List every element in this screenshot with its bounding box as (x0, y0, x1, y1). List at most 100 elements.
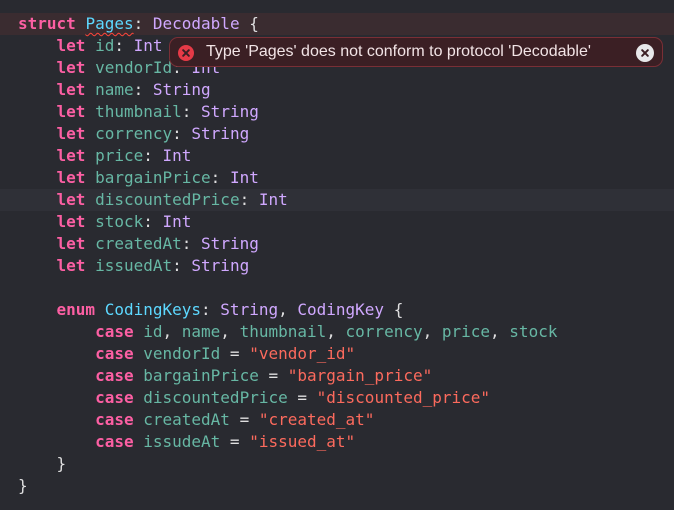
code-token: : (181, 234, 202, 253)
code-token: struct (18, 14, 76, 33)
code-token: { (384, 300, 404, 319)
code-line[interactable]: case issudeAt = "issued_at" (0, 431, 674, 453)
code-token: let (56, 146, 86, 165)
close-icon[interactable] (636, 44, 654, 62)
code-line[interactable]: case discountedPrice = "discounted_price… (0, 387, 674, 409)
code-token: Int (162, 212, 192, 231)
code-text: let stock: Int (18, 211, 192, 233)
code-token: let (56, 58, 86, 77)
code-editor[interactable]: struct Pages: Decodable { let id: Int le… (0, 0, 674, 510)
code-line[interactable]: case bargainPrice = "bargain_price" (0, 365, 674, 387)
code-token: price (441, 322, 491, 341)
code-line[interactable]: let stock: Int (0, 211, 674, 233)
code-text: case discountedPrice = "discounted_price… (18, 387, 490, 409)
code-token: String (220, 300, 279, 319)
code-line[interactable]: let name: String (0, 79, 674, 101)
code-token: bargainPrice (143, 366, 259, 385)
code-line[interactable]: struct Pages: Decodable { (0, 13, 674, 35)
code-token: price (95, 146, 144, 165)
code-line[interactable]: let bargainPrice: Int (0, 167, 674, 189)
code-token: Int (229, 168, 259, 187)
code-text: let bargainPrice: Int (18, 167, 259, 189)
code-line[interactable]: let issuedAt: String (0, 255, 674, 277)
code-token: CodingKeys (104, 300, 202, 319)
code-token: String (191, 124, 250, 143)
code-line[interactable]: let corrency: String (0, 123, 674, 145)
code-token: vendorId (95, 58, 173, 77)
code-text: case id, name, thumbnail, corrency, pric… (18, 321, 557, 343)
code-text: struct Pages: Decodable { (18, 13, 259, 35)
code-text: let name: String (18, 79, 211, 101)
code-line[interactable]: case id, name, thumbnail, corrency, pric… (0, 321, 674, 343)
code-line[interactable] (0, 277, 674, 299)
code-token: = (229, 410, 259, 429)
code-token: case (95, 322, 134, 341)
code-token: let (56, 212, 86, 231)
code-token: id (95, 36, 115, 55)
code-line[interactable]: let discountedPrice: Int (0, 189, 674, 211)
code-text: case issudeAt = "issued_at" (18, 431, 355, 453)
code-token: CodingKey (297, 300, 385, 319)
code-token: enum (56, 300, 96, 319)
code-token: : (143, 146, 163, 165)
code-token: "bargain_price" (287, 366, 433, 385)
code-token: discountedPrice (143, 388, 288, 407)
code-token: issuedAt (95, 256, 173, 275)
code-token: let (56, 80, 86, 99)
code-line[interactable]: let thumbnail: String (0, 101, 674, 123)
code-token: : (133, 14, 153, 33)
code-token: vendorId (143, 344, 221, 363)
code-token: : (239, 190, 259, 209)
code-token: Int (258, 190, 288, 209)
code-text: let discountedPrice: Int (18, 189, 288, 211)
code-text: case createdAt = "created_at" (18, 409, 374, 431)
code-token: Pages (85, 14, 134, 33)
code-line[interactable]: case vendorId = "vendor_id" (0, 343, 674, 365)
code-line[interactable]: } (0, 475, 674, 497)
code-token: let (56, 124, 86, 143)
code-token: "issued_at" (249, 432, 356, 451)
code-token: = (220, 432, 250, 451)
code-line[interactable]: let createdAt: String (0, 233, 674, 255)
code-token: = (258, 366, 288, 385)
code-line[interactable]: enum CodingKeys: String, CodingKey { (0, 299, 674, 321)
error-circle-icon (178, 45, 194, 61)
code-token: : (181, 102, 202, 121)
code-line[interactable]: } (0, 453, 674, 475)
code-line[interactable]: case createdAt = "created_at" (0, 409, 674, 431)
code-token: case (95, 388, 134, 407)
code-token: case (95, 432, 134, 451)
code-text: let id: Int (18, 35, 163, 57)
code-text: case bargainPrice = "bargain_price" (18, 365, 432, 387)
code-token: Int (162, 146, 192, 165)
code-token: stock (509, 322, 558, 341)
code-token: thumbnail (239, 322, 327, 341)
code-token: id (143, 322, 163, 341)
code-token: let (56, 102, 86, 121)
code-token: case (95, 366, 134, 385)
error-popup[interactable]: Type 'Pages' does not conform to protoco… (169, 37, 663, 67)
code-token: case (95, 344, 134, 363)
code-line[interactable]: let price: Int (0, 145, 674, 167)
